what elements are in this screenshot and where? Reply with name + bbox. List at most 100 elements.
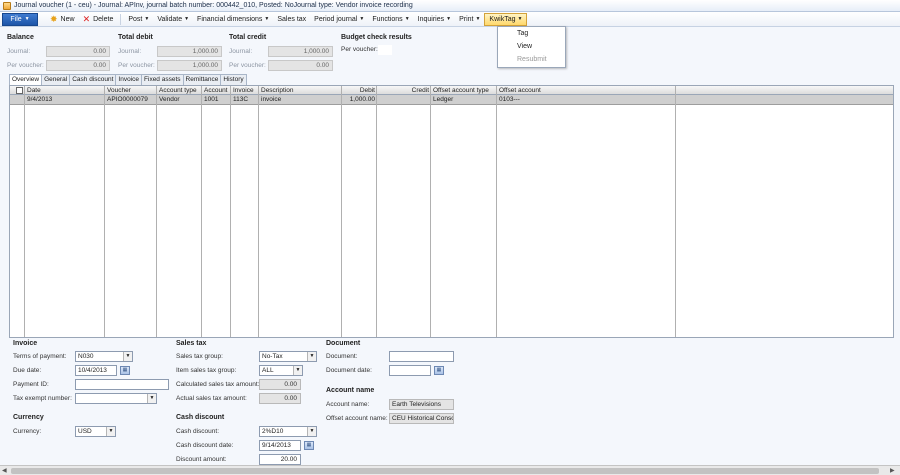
total-debit-journal-field: 1,000.00 <box>157 46 222 57</box>
cell-debit[interactable]: 1,000.00 <box>342 95 377 105</box>
column-header-credit[interactable]: Credit <box>377 86 431 95</box>
column-header-offset-account-type[interactable]: Offset account type <box>431 86 497 95</box>
file-menu-button[interactable]: File ▼ <box>2 12 38 26</box>
budget-check-heading: Budget check results <box>341 34 412 41</box>
table-row[interactable]: 9/4/2013 APIO0000079 Vendor 1001 113C in… <box>10 95 893 105</box>
cash-discount-select[interactable]: 2%D10 ▼ <box>259 426 317 437</box>
total-credit-journal-field: 1,000.00 <box>268 46 333 57</box>
dropdown-arrow-icon[interactable]: ▼ <box>307 352 316 361</box>
inquiries-menu-button[interactable]: Inquiries ▼ <box>414 13 455 26</box>
menu-item-tag[interactable]: Tag <box>498 27 565 40</box>
column-header-invoice[interactable]: Invoice <box>231 86 259 95</box>
payment-id-field[interactable] <box>75 379 169 390</box>
offset-account-name-field: CEU Historical Consol <box>389 413 454 424</box>
cash-discount-date-field[interactable]: 9/14/2013 <box>259 440 301 451</box>
calendar-icon[interactable]: ▦ <box>304 441 314 450</box>
new-button[interactable]: ✸ New <box>46 13 79 26</box>
cell-offset-account-type[interactable]: Ledger <box>431 95 497 105</box>
validate-label: Validate <box>157 15 183 23</box>
grid-header: Date Voucher Account type Account Invoic… <box>10 86 893 95</box>
column-header-voucher[interactable]: Voucher <box>105 86 157 95</box>
offset-account-name-label: Offset account name: <box>326 415 388 422</box>
balance-voucher-field: 0.00 <box>46 60 110 71</box>
dropdown-arrow-icon[interactable]: ▼ <box>147 394 156 403</box>
sales-tax-group-select[interactable]: No-Tax ▼ <box>259 351 317 362</box>
tab-remittance[interactable]: Remittance <box>182 74 222 85</box>
dropdown-arrow-icon[interactable]: ▼ <box>293 366 302 375</box>
item-sales-tax-group-value: ALL <box>262 367 274 374</box>
calendar-icon[interactable]: ▦ <box>120 366 130 375</box>
column-divider <box>230 86 231 337</box>
currency-select[interactable]: USD ▼ <box>75 426 116 437</box>
scroll-right-icon[interactable]: ▶ <box>890 467 895 474</box>
horizontal-scrollbar[interactable]: ◀ ▶ <box>0 465 900 475</box>
cell-voucher[interactable]: APIO0000079 <box>105 95 157 105</box>
tab-invoice[interactable]: Invoice <box>115 74 143 85</box>
column-divider <box>430 86 431 337</box>
column-header-debit[interactable]: Debit <box>342 86 377 95</box>
cash-discount-date-label: Cash discount date: <box>176 442 234 449</box>
account-name-heading: Account name <box>326 387 375 394</box>
cell-account[interactable]: 1001 <box>202 95 231 105</box>
dropdown-arrow-icon[interactable]: ▼ <box>123 352 132 361</box>
window-title: Journal voucher (1 - ceu) - Journal: API… <box>14 2 413 9</box>
cell-date[interactable]: 9/4/2013 <box>25 95 105 105</box>
period-journal-menu-button[interactable]: Period journal ▼ <box>310 13 368 26</box>
cell-invoice[interactable]: 113C <box>231 95 259 105</box>
tab-fixed-assets[interactable]: Fixed assets <box>141 74 184 85</box>
item-sales-tax-group-select[interactable]: ALL ▼ <box>259 365 303 376</box>
column-header-date[interactable]: Date <box>25 86 105 95</box>
financial-dimensions-label: Financial dimensions <box>197 15 263 23</box>
print-menu-button[interactable]: Print ▼ <box>455 13 484 26</box>
document-heading: Document <box>326 340 361 347</box>
due-date-field[interactable]: 10/4/2013 <box>75 365 117 376</box>
tab-cash-discount[interactable]: Cash discount <box>69 74 117 85</box>
column-header-account-type[interactable]: Account type <box>157 86 202 95</box>
terms-of-payment-select[interactable]: N030 ▼ <box>75 351 133 362</box>
kwiktag-dropdown-menu: Tag View Resubmit <box>497 26 566 68</box>
sales-tax-heading: Sales tax <box>176 340 207 347</box>
dropdown-arrow-icon[interactable]: ▼ <box>307 427 316 436</box>
period-journal-label: Period journal <box>314 15 358 23</box>
balance-journal-label: Journal: <box>7 48 31 55</box>
sales-tax-group-value: No-Tax <box>262 353 283 360</box>
cell-offset-account[interactable]: 0103--- <box>497 95 675 105</box>
column-divider <box>376 86 377 337</box>
cell-description[interactable]: invoice <box>259 95 342 105</box>
kwiktag-menu-button[interactable]: KwikTag ▼ <box>484 12 528 26</box>
column-divider <box>24 86 25 337</box>
calendar-icon[interactable]: ▦ <box>434 366 444 375</box>
scroll-left-icon[interactable]: ◀ <box>2 467 7 474</box>
post-menu-button[interactable]: Post ▼ <box>124 13 153 26</box>
window-title-bar: Journal voucher (1 - ceu) - Journal: API… <box>0 0 900 12</box>
sales-tax-button[interactable]: Sales tax <box>273 13 310 26</box>
column-header-account[interactable]: Account <box>202 86 231 95</box>
financial-dimensions-menu-button[interactable]: Financial dimensions ▼ <box>193 13 273 26</box>
functions-menu-button[interactable]: Functions ▼ <box>368 13 413 26</box>
cell-credit[interactable] <box>377 95 431 105</box>
document-date-field[interactable] <box>389 365 431 376</box>
tab-history[interactable]: History <box>220 74 247 85</box>
discount-amount-field[interactable]: 20.00 <box>259 454 301 465</box>
validate-menu-button[interactable]: Validate ▼ <box>153 13 193 26</box>
tab-general[interactable]: General <box>41 74 71 85</box>
cell-account-type[interactable]: Vendor <box>157 95 202 105</box>
action-toolbar: File ▼ ✸ New ✕ Delete Post ▼ Validate ▼ Fi… <box>0 12 900 27</box>
caret-down-icon: ▼ <box>475 16 481 22</box>
total-credit-journal-label: Journal: <box>229 48 253 55</box>
tax-exempt-number-select[interactable]: ▼ <box>75 393 157 404</box>
dropdown-arrow-icon[interactable]: ▼ <box>106 427 115 436</box>
select-all-checkbox[interactable] <box>16 87 23 94</box>
caret-down-icon: ▼ <box>144 16 150 22</box>
menu-item-view[interactable]: View <box>498 40 565 53</box>
balance-journal-field: 0.00 <box>46 46 110 57</box>
terms-of-payment-value: N030 <box>78 353 94 360</box>
document-label: Document: <box>326 353 358 360</box>
column-header-offset-account[interactable]: Offset account <box>497 86 675 95</box>
column-header-description[interactable]: Description <box>259 86 342 95</box>
delete-button[interactable]: ✕ Delete <box>79 13 118 26</box>
caret-down-icon: ▼ <box>404 16 410 22</box>
scrollbar-thumb[interactable] <box>11 468 879 474</box>
document-field[interactable] <box>389 351 454 362</box>
actual-sales-tax-field: 0.00 <box>259 393 301 404</box>
